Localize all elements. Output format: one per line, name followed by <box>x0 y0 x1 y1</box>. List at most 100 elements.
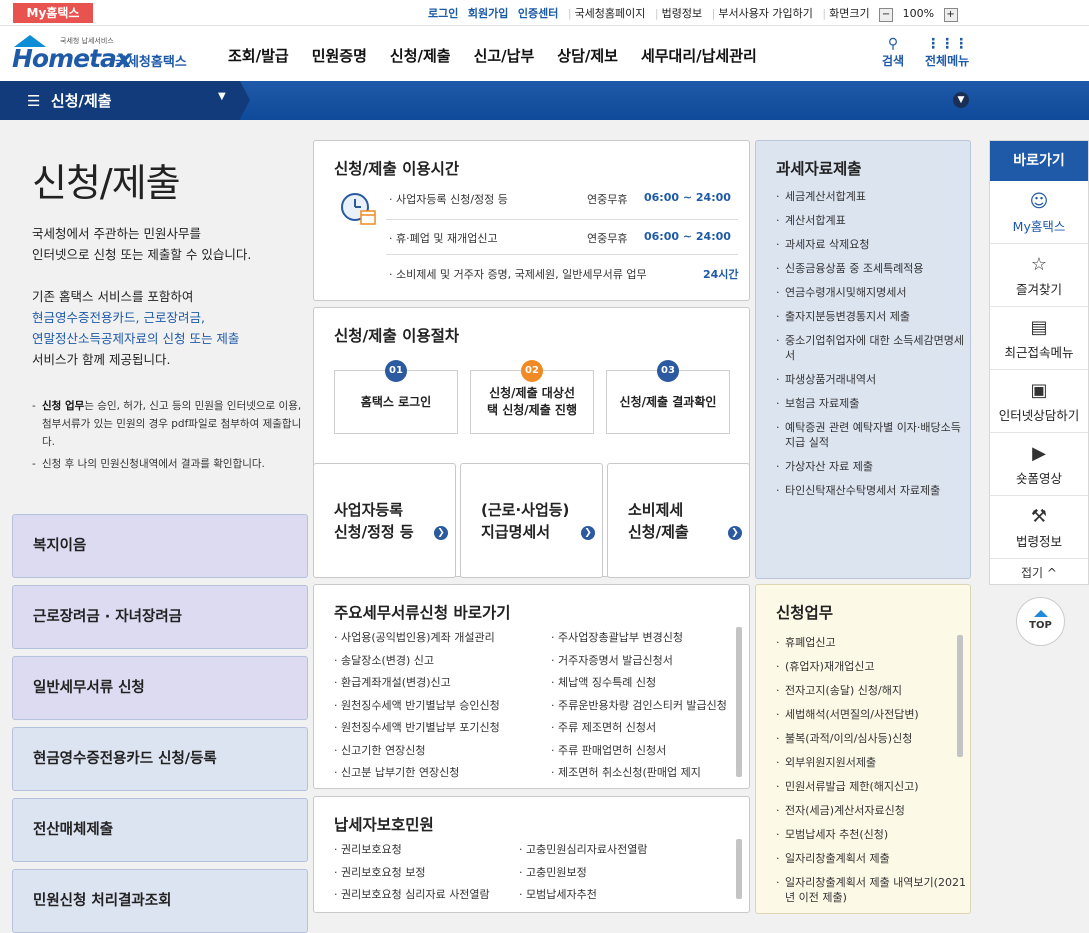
zoom-level: 100% <box>902 7 935 20</box>
quick-law-info[interactable]: ⚒ 법령정보 <box>990 496 1088 559</box>
quick-online-consult[interactable]: ▣ 인터넷상담하기 <box>990 370 1088 433</box>
all-menu-button[interactable]: ⋮⋮⋮ 전체메뉴 <box>925 36 969 69</box>
menu-electronic-media[interactable]: 전산매체제출 <box>12 798 308 862</box>
major-doc-link[interactable]: 신고기한 연장신청 <box>334 740 549 763</box>
apply-work-link[interactable]: 불복(과적/이의/심사등)신청 <box>776 731 966 746</box>
menu-general-tax-docs[interactable]: 일반세무서류 신청 <box>12 656 308 720</box>
divider <box>386 219 738 220</box>
nav-inquiry[interactable]: 조회/발급 <box>228 47 289 65</box>
tax-data-link[interactable]: 예탁증권 관련 예탁자별 이자·배당소득 지급 실적 <box>776 420 966 450</box>
nav-tax-agent[interactable]: 세무대리/납세관리 <box>641 47 757 65</box>
major-doc-link[interactable]: 체납액 징수특례 신청 <box>551 672 733 695</box>
tax-data-link[interactable]: 계산서합계표 <box>776 213 966 228</box>
taxpayer-col2: 고충민원심리자료사전열람고충민원보정모범납세자추천 <box>519 839 719 907</box>
zoom-out-button[interactable]: − <box>879 8 894 22</box>
apply-work-link[interactable]: 일자리창출계획서 제출 <box>776 851 966 866</box>
nts-home-link[interactable]: 국세청홈페이지 <box>575 5 646 21</box>
taxpayer-link[interactable]: 권리보호요청 보정 <box>334 862 534 885</box>
tax-data-link[interactable]: 파생상품거래내역서 <box>776 372 966 387</box>
apply-work-link[interactable]: 모범납세자 추천(신청) <box>776 827 966 842</box>
apply-work-link[interactable]: 일자리창출계획서 제출 내역보기(2021년 이전 제출) <box>776 875 966 905</box>
tax-data-link[interactable]: 연금수령개시및해지명세서 <box>776 285 966 300</box>
quick-recent[interactable]: ▤ 최근접속메뉴 <box>990 307 1088 370</box>
menu-welfare[interactable]: 복지이음 <box>12 514 308 578</box>
step-number: 01 <box>385 360 407 382</box>
play-icon: ▶ <box>1032 443 1046 464</box>
menu-cash-receipt-card[interactable]: 현금영수증전용카드 신청/등록 <box>12 727 308 791</box>
nav-consult[interactable]: 상담/제보 <box>557 47 618 65</box>
usage-time-card: 신청/제출 이용시간 · 사업자등록 신청/정정 등 연중무휴 06:00 ~ 24… <box>313 140 750 301</box>
tax-data-card: 과세자료제출 세금계산서합계표계산서합계표과세자료 삭제요청신종금융상품 중 조… <box>755 140 971 579</box>
signup-link[interactable]: 회원가입 <box>468 5 508 21</box>
tile-business-registration[interactable]: 사업자등록 신청/정정 등 ❯ <box>313 463 456 578</box>
tile-payment-statement[interactable]: (근로·사업등) 지급명세서 ❯ <box>460 463 603 578</box>
nav-certificate[interactable]: 민원증명 <box>312 47 367 65</box>
major-doc-link[interactable]: 신고분 납부기한 연장신청 <box>334 762 549 785</box>
tax-data-link[interactable]: 세금계산서합계표 <box>776 189 966 204</box>
hometax-logo[interactable]: 국세청 납세서비스 Hometax 국세청홈택스 <box>12 32 197 74</box>
apply-work-link[interactable]: 휴폐업신고 <box>776 635 966 650</box>
apply-work-link[interactable]: 민원서류발급 제한(해지신고) <box>776 779 966 794</box>
tax-data-link[interactable]: 중소기업취업자에 대한 소득세감면명세서 <box>776 333 966 363</box>
major-doc-link[interactable]: 거주자증명서 발급신청서 <box>551 650 733 673</box>
major-doc-link[interactable]: 제조면허 취소신청(판매업 제지 <box>551 762 733 785</box>
scrollbar[interactable] <box>736 627 742 777</box>
major-doc-link[interactable]: 환급계좌개설(변경)신고 <box>334 672 549 695</box>
my-hometax-tab[interactable]: My홈택스 <box>13 3 93 23</box>
taxpayer-link[interactable]: 고충민원보정 <box>519 862 719 885</box>
nav-report-pay[interactable]: 신고/납부 <box>474 47 535 65</box>
scrollbar[interactable] <box>736 839 742 899</box>
quick-shortform-video[interactable]: ▶ 숏폼영상 <box>990 433 1088 496</box>
tax-data-link[interactable]: 타인신탁재산수탁명세서 자료제출 <box>776 483 966 498</box>
tax-data-link[interactable]: 가상자산 자료 제출 <box>776 459 966 474</box>
fold-button[interactable]: 접기 ^ <box>990 559 1088 581</box>
tax-data-link[interactable]: 과세자료 삭제요청 <box>776 237 966 252</box>
divider: | <box>711 7 716 20</box>
search-button[interactable]: ⚲ 검색 <box>882 36 904 69</box>
tax-data-link[interactable]: 출자지분등변경통지서 제출 <box>776 309 966 324</box>
main-nav: 조회/발급 민원증명 신청/제출 신고/납부 상담/제보 세무대리/납세관리 <box>228 45 780 66</box>
taxpayer-link[interactable]: 권리보호요청 심리자료 사전열람 <box>334 884 534 907</box>
major-doc-link[interactable]: 원천징수세액 반기별납부 승인신청 <box>334 695 549 718</box>
taxpayer-link[interactable]: 고충민원심리자료사전열람 <box>519 839 719 862</box>
nav-apply[interactable]: 신청/제출 <box>390 47 451 65</box>
step-number: 02 <box>521 360 543 382</box>
screen-size-label: 화면크기 <box>829 7 870 20</box>
tax-data-link[interactable]: 보험금 자료제출 <box>776 396 966 411</box>
zoom-in-button[interactable]: + <box>943 8 958 22</box>
apply-work-list: 휴폐업신고 (휴업자)재개업신고전자고지(송달) 신청/해지세법해석(서면질의/사… <box>776 635 966 913</box>
major-doc-link[interactable]: 주류 제조면허 신청서 <box>551 717 733 740</box>
quick-my-hometax[interactable]: ☺ My홈택스 <box>990 181 1088 244</box>
top-button[interactable]: TOP <box>1016 597 1065 646</box>
location-dropdown[interactable]: ☰ 신청/제출 ▼ <box>0 81 240 120</box>
law-info-link[interactable]: 법령정보 <box>662 5 702 21</box>
major-doc-link[interactable]: 주류운반용차량 검인스티커 발급신청 <box>551 695 733 718</box>
tax-data-title: 과세자료제출 <box>776 160 862 178</box>
major-docs-col1: 사업용(공익법인용)계좌 개설관리송달장소(변경) 신고환급계좌개설(변경)신고… <box>334 627 549 785</box>
major-doc-link[interactable]: 사업용(공익법인용)계좌 개설관리 <box>334 627 549 650</box>
expand-icon[interactable]: ▼ <box>953 92 969 108</box>
taxpayer-link[interactable]: 권리보호요청 <box>334 839 534 862</box>
location-title: ☰ 신청/제출 <box>27 92 112 110</box>
apply-work-link[interactable]: 전자고지(송달) 신청/해지 <box>776 683 966 698</box>
menu-result-inquiry[interactable]: 민원신청 처리결과조회 <box>12 869 308 933</box>
monitor-icon: ▣ <box>1030 380 1048 401</box>
menu-earned-income-credit[interactable]: 근로장려금 · 자녀장려금 <box>12 585 308 649</box>
major-doc-link[interactable]: 주사업장총괄납부 변경신청 <box>551 627 733 650</box>
dept-user-signup-link[interactable]: 부서사용자 가입하기 <box>718 5 813 21</box>
apply-work-link[interactable]: (휴업자)재개업신고 <box>776 659 966 674</box>
quick-favorites[interactable]: ☆ 즐겨찾기 <box>990 244 1088 307</box>
arrow-right-icon: ❯ <box>434 526 448 540</box>
apply-work-link[interactable]: 전자(세금)계산서자료신청 <box>776 803 966 818</box>
tile-consumption-tax[interactable]: 소비제세 신청/제출 ❯ <box>607 463 750 578</box>
major-doc-link[interactable]: 송달장소(변경) 신고 <box>334 650 549 673</box>
tax-data-link[interactable]: 신종금융상품 중 조세특례적용 <box>776 261 966 276</box>
taxpayer-link[interactable]: 모범납세자추천 <box>519 884 719 907</box>
login-link[interactable]: 로그인 <box>428 5 458 21</box>
apply-work-link[interactable]: 외부위원지원서제출 <box>776 755 966 770</box>
major-doc-link[interactable]: 원천징수세액 반기별납부 포기신청 <box>334 717 549 740</box>
apply-work-link[interactable]: 세법해석(서면질의/사전답변) <box>776 707 966 722</box>
scrollbar[interactable] <box>957 635 963 757</box>
major-doc-link[interactable]: 주류 판매업면허 신청서 <box>551 740 733 763</box>
cert-center-link[interactable]: 인증센터 <box>518 5 558 21</box>
